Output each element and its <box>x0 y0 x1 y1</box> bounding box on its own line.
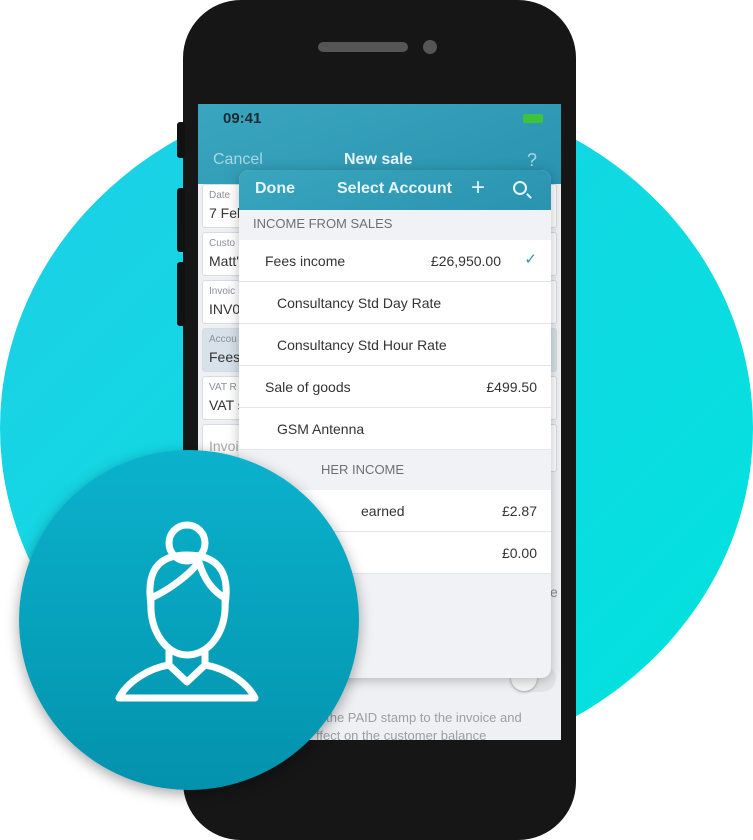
account-name: earned <box>361 503 405 519</box>
account-balance: £26,950.00 <box>430 253 501 269</box>
account-balance: £2.87 <box>501 503 537 519</box>
status-time: 09:41 <box>223 110 262 127</box>
volume-down-button <box>177 262 185 326</box>
field-label: VAT R <box>209 382 237 393</box>
user-icon <box>115 521 259 702</box>
field-value: Fees <box>209 349 241 365</box>
volume-up-button <box>177 188 185 252</box>
field-label: Invoic <box>209 286 236 297</box>
checkmark-icon: ✓ <box>524 251 537 268</box>
done-button[interactable]: Done <box>255 180 295 198</box>
avatar <box>19 450 359 790</box>
mute-switch <box>177 122 185 158</box>
search-icon[interactable] <box>513 181 527 195</box>
list-item[interactable]: Consultancy Std Day Rate <box>239 282 551 324</box>
list-item[interactable]: Fees income £26,950.00 ✓ <box>239 240 551 282</box>
phone-camera <box>423 40 437 54</box>
field-value: INV0 <box>209 301 241 317</box>
phone-speaker <box>318 42 408 52</box>
page-title: New sale <box>344 151 413 168</box>
field-label: Custo <box>209 238 236 249</box>
sheet-header: Done Select Account + <box>239 170 551 210</box>
field-label: Accou <box>209 334 237 345</box>
list-item[interactable]: GSM Antenna <box>239 408 551 450</box>
field-label: Date <box>209 190 231 201</box>
account-name: Consultancy Std Day Rate <box>277 295 442 311</box>
field-value: Matt' <box>209 253 239 269</box>
help-button[interactable]: ? <box>527 150 537 171</box>
list-item[interactable]: Sale of goods £499.50 <box>239 366 551 408</box>
account-name: Consultancy Std Hour Rate <box>277 337 447 353</box>
list-item[interactable]: Consultancy Std Hour Rate <box>239 324 551 366</box>
hidden-field-text: e <box>550 584 558 600</box>
cancel-button[interactable]: Cancel <box>213 151 263 169</box>
account-balance: £0.00 <box>501 545 537 561</box>
add-account-button[interactable]: + <box>471 174 485 202</box>
battery-charging-icon <box>523 114 543 123</box>
sheet-title: Select Account <box>337 180 452 197</box>
account-name: Fees income <box>265 253 346 269</box>
account-name: GSM Antenna <box>277 421 365 437</box>
section-header: INCOME FROM SALES <box>253 216 393 231</box>
account-name: Sale of goods <box>265 379 351 395</box>
account-balance: £499.50 <box>486 379 537 395</box>
